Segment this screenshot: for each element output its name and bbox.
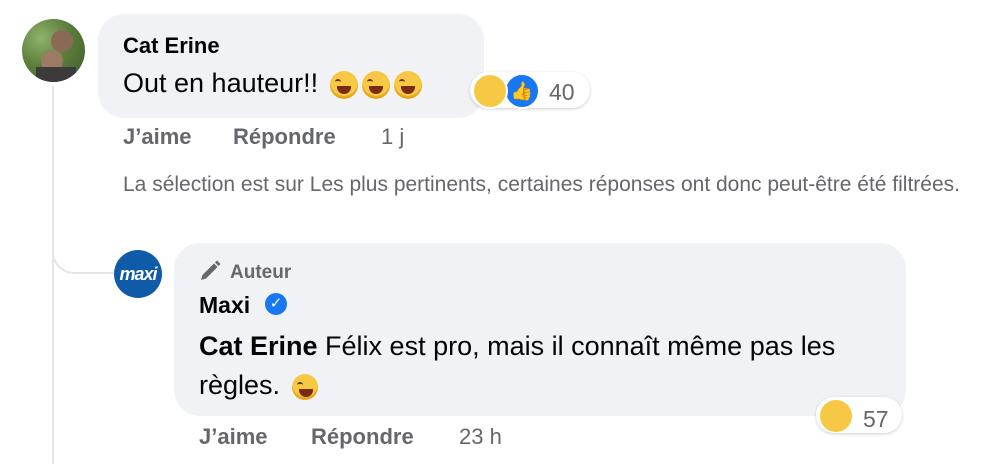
like-button[interactable]: J’aime [123, 124, 192, 150]
avatar[interactable]: maxi [114, 250, 162, 298]
mention-link[interactable]: Cat Erine [199, 331, 318, 361]
thread-connector [52, 236, 114, 274]
reaction-count[interactable]: 57 [863, 406, 889, 433]
reply-author[interactable]: Maxi [199, 292, 250, 319]
face-with-tears-of-joy-icon [393, 70, 422, 99]
like-button[interactable]: J’aime [199, 424, 268, 450]
verified-badge-icon: ✓ [265, 293, 287, 315]
comment-bubble [98, 14, 484, 118]
comment-text: Out en hauteur!! [123, 68, 422, 99]
haha-reaction-icon [820, 400, 852, 432]
reply-button[interactable]: Répondre [311, 424, 414, 450]
reaction-count[interactable]: 40 [549, 79, 575, 106]
like-reaction-icon: 👍 [504, 73, 540, 109]
reply-timestamp[interactable]: 23 h [459, 424, 502, 450]
reply-text: Cat Erine Félix est pro, mais il connaît… [199, 331, 836, 400]
reply-button[interactable]: Répondre [233, 124, 336, 150]
comment-author[interactable]: Cat Erine [123, 33, 220, 59]
author-badge: Auteur [230, 262, 292, 283]
face-with-rolling-eyes-icon [291, 373, 318, 400]
haha-reaction-icon [472, 73, 508, 109]
face-with-tears-of-joy-icon [329, 70, 358, 99]
comment-timestamp[interactable]: 1 j [381, 124, 404, 150]
profile-photo-icon [36, 30, 76, 82]
filter-notice: La sélection est sur Les plus pertinents… [123, 173, 960, 196]
avatar[interactable] [22, 19, 85, 82]
thread-line [52, 86, 54, 464]
pencil-icon [201, 260, 221, 280]
face-with-tears-of-joy-icon [361, 70, 390, 99]
